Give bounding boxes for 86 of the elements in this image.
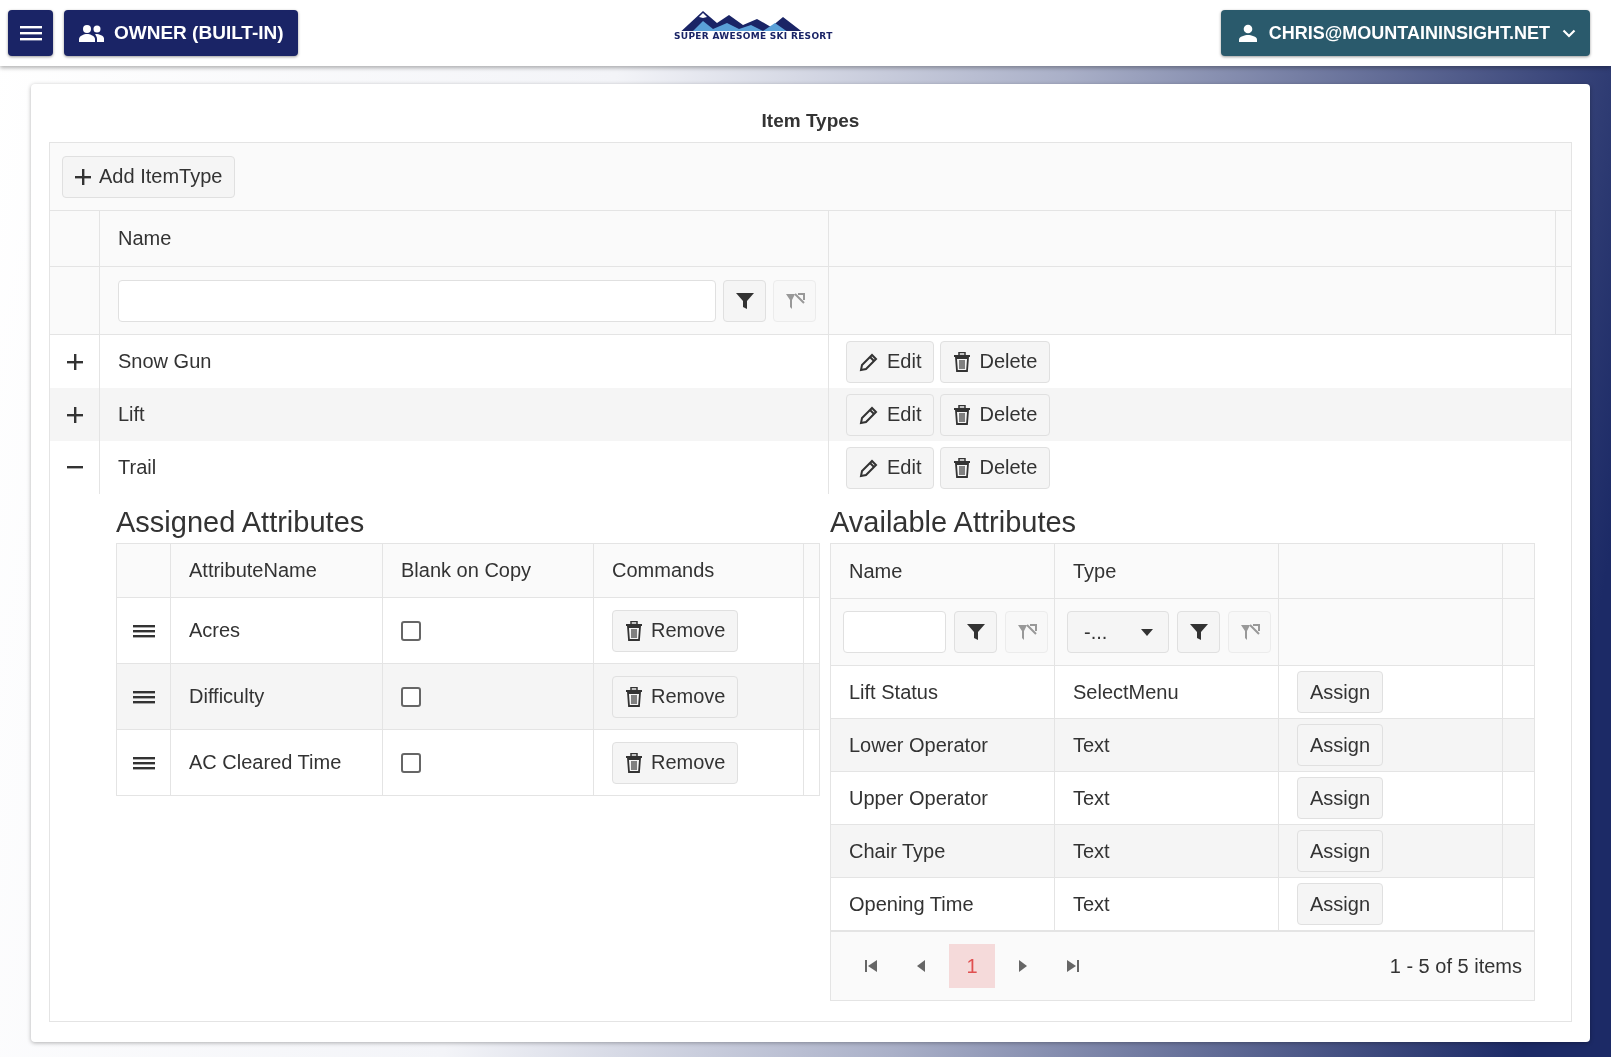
remove-button[interactable]: Remove xyxy=(612,741,739,784)
first-page-icon xyxy=(864,959,878,973)
table-cell: Lift Status xyxy=(849,680,938,704)
filter-button[interactable] xyxy=(1177,611,1220,653)
column-header[interactable]: Name xyxy=(118,227,172,250)
person-icon xyxy=(1238,24,1257,42)
table-cell: Text xyxy=(1073,786,1110,810)
edit-button[interactable]: Edit xyxy=(846,393,935,436)
filter-input[interactable] xyxy=(843,611,946,653)
delete-button[interactable]: Delete xyxy=(940,446,1051,489)
column-header[interactable]: AttributeName xyxy=(189,559,317,582)
table-cell: Text xyxy=(1073,733,1110,757)
pencil-icon xyxy=(859,351,879,372)
checkbox[interactable] xyxy=(401,620,421,641)
plus-icon xyxy=(75,168,91,185)
checkbox[interactable] xyxy=(401,752,421,773)
table-cell: Text xyxy=(1073,839,1110,863)
remove-button[interactable]: Remove xyxy=(612,675,739,718)
filter-input[interactable] xyxy=(118,279,716,322)
checkbox[interactable] xyxy=(401,686,421,707)
drag-handle-icon xyxy=(132,623,155,638)
type-dropdown[interactable]: -... xyxy=(1067,611,1169,653)
clear-filter-icon xyxy=(784,290,805,311)
section-title: Assigned Attributes xyxy=(116,506,366,539)
table-cell: Lower Operator xyxy=(849,733,988,757)
user-menu-button[interactable]: CHRIS@MOUNTAININSIGHT.NET xyxy=(1220,10,1590,56)
role-button[interactable]: OWNER (BUILT-IN) xyxy=(64,10,298,56)
table-cell: AC Cleared Time xyxy=(189,751,342,774)
drag-handle-icon xyxy=(132,755,155,770)
trash-icon xyxy=(625,686,643,707)
remove-button[interactable]: Remove xyxy=(612,609,739,652)
menu-icon xyxy=(19,24,42,42)
filter-icon xyxy=(1188,622,1209,642)
table-cell: Opening Time xyxy=(849,892,974,916)
table-cell: Upper Operator xyxy=(849,786,988,810)
pencil-icon xyxy=(859,404,879,425)
column-header[interactable]: Type xyxy=(1073,559,1117,583)
chevron-down-icon xyxy=(1562,28,1576,38)
column-header[interactable]: Blank on Copy xyxy=(401,559,532,582)
trash-icon xyxy=(953,457,972,478)
edit-button[interactable]: Edit xyxy=(846,446,935,489)
last-page-icon xyxy=(1066,959,1080,973)
clear-filter-button[interactable] xyxy=(1228,611,1271,653)
filter-icon xyxy=(734,290,755,311)
pencil-icon xyxy=(859,457,879,478)
filter-button[interactable] xyxy=(954,611,997,653)
clear-filter-icon xyxy=(1016,622,1037,642)
clear-filter-icon xyxy=(1239,622,1260,642)
people-icon xyxy=(78,24,104,42)
column-header[interactable]: Commands xyxy=(612,559,715,582)
plus-icon xyxy=(66,353,83,370)
trash-icon xyxy=(953,404,972,425)
filter-button[interactable] xyxy=(723,279,766,322)
edit-button[interactable]: Edit xyxy=(846,340,935,383)
assign-button[interactable]: Assign xyxy=(1297,671,1384,713)
menu-button[interactable] xyxy=(8,10,53,56)
assign-button[interactable]: Assign xyxy=(1297,830,1384,872)
section-title: Available Attributes xyxy=(830,506,1078,539)
table-cell: Text xyxy=(1073,892,1110,916)
minus-icon xyxy=(66,466,83,469)
assign-button[interactable]: Assign xyxy=(1297,724,1384,766)
assign-button[interactable]: Assign xyxy=(1297,883,1384,925)
item-name: Snow Gun xyxy=(118,350,212,373)
table-cell: Difficulty xyxy=(189,685,265,708)
add-button[interactable]: Add ItemType xyxy=(62,155,236,198)
table-cell: SelectMenu xyxy=(1073,680,1179,704)
drag-handle-icon xyxy=(132,689,155,704)
caret-down-icon xyxy=(1140,627,1154,637)
clear-filter-button[interactable] xyxy=(773,279,816,322)
trash-icon xyxy=(625,752,643,773)
table-cell: Chair Type xyxy=(849,839,946,863)
assign-button[interactable]: Assign xyxy=(1297,777,1384,819)
filter-icon xyxy=(965,622,986,642)
pager-summary: 1 - 5 of 5 items xyxy=(1389,954,1522,978)
item-name: Lift xyxy=(118,403,145,426)
trash-icon xyxy=(953,351,972,372)
delete-button[interactable]: Delete xyxy=(940,393,1051,436)
logo-text: SUPER AWESOME SKI RESORT xyxy=(672,31,835,41)
trash-icon xyxy=(625,620,643,641)
table-cell: Acres xyxy=(189,619,241,642)
delete-button[interactable]: Delete xyxy=(940,340,1051,383)
plus-icon xyxy=(66,406,83,423)
column-header[interactable]: Name xyxy=(849,559,903,583)
item-name: Trail xyxy=(118,456,157,479)
clear-filter-button[interactable] xyxy=(1005,611,1048,653)
page-title: Item Types xyxy=(760,109,861,133)
